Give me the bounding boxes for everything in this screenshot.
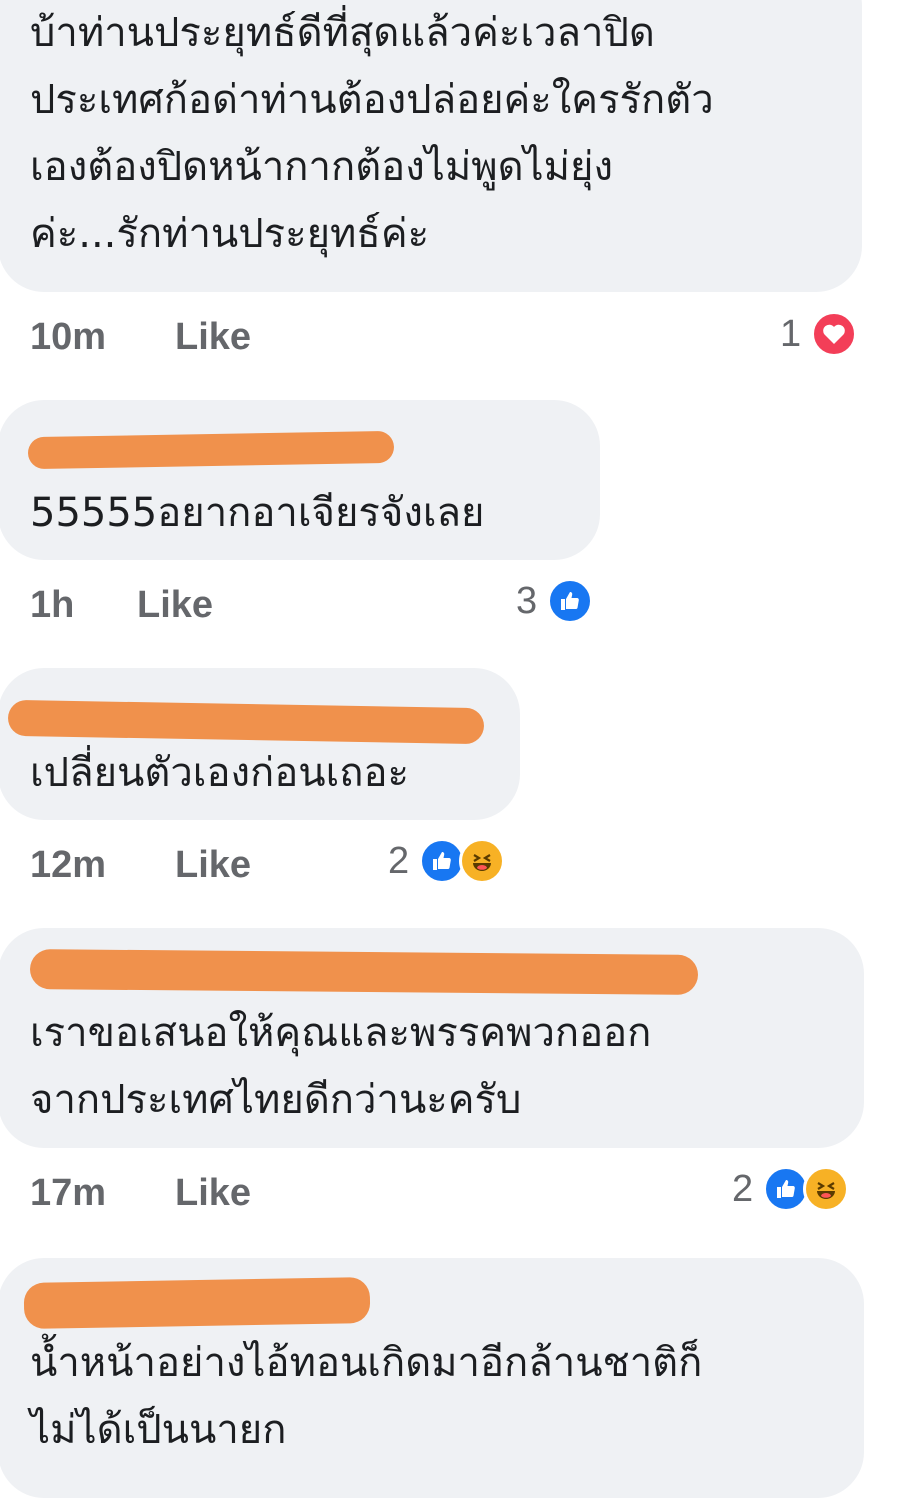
reaction-count: 3 <box>516 579 538 622</box>
comment-time: 17m <box>30 1172 107 1214</box>
haha-icon <box>803 1166 850 1212</box>
comment-text: เราขอเสนอให้คุณและพรรคพวกออก จากประเทศไท… <box>30 1010 652 1123</box>
like-button[interactable]: Like <box>175 1172 251 1215</box>
reaction-summary[interactable]: 2 <box>388 838 506 884</box>
comment-time: 12m <box>30 844 107 886</box>
like-button[interactable]: Like <box>137 584 213 627</box>
haha-icon <box>459 838 506 884</box>
comment-text: 55555อยากอาเจียรจังเลย <box>30 490 485 536</box>
like-icon <box>547 578 594 624</box>
comment-bubble: 55555อยากอาเจียรจังเลย <box>0 400 600 560</box>
reaction-count: 2 <box>388 839 410 882</box>
comment-text: บ้าท่านประยุทธ์ดีที่สุดแล้วค่ะเวลาปิด ปร… <box>30 10 714 257</box>
comment-bubble: เปลี่ยนตัวเองก่อนเถอะ <box>0 668 520 820</box>
comment-time: 10m <box>30 316 107 358</box>
comment-bubble: น้ำหน้าอย่างไอ้ทอนเกิดมาอีกล้านชาติก็ ไม… <box>0 1258 864 1498</box>
comment-text: น้ำหน้าอย่างไอ้ทอนเกิดมาอีกล้านชาติก็ ไม… <box>30 1340 703 1453</box>
redacted-author-name <box>27 430 395 470</box>
love-icon <box>811 311 858 357</box>
redacted-author-name <box>29 949 699 995</box>
comment-text: เปลี่ยนตัวเองก่อนเถอะ <box>30 750 410 796</box>
reaction-count: 2 <box>732 1167 754 1210</box>
reaction-summary[interactable]: 1 <box>780 311 858 357</box>
comment-time: 1h <box>30 584 75 626</box>
redacted-author-name <box>23 1276 371 1330</box>
comment-bubble: บ้าท่านประยุทธ์ดีที่สุดแล้วค่ะเวลาปิด ปร… <box>0 0 862 292</box>
reaction-count: 1 <box>780 312 802 355</box>
reaction-summary[interactable]: 3 <box>516 578 594 624</box>
comment-bubble: เราขอเสนอให้คุณและพรรคพวกออก จากประเทศไท… <box>0 928 864 1148</box>
like-button[interactable]: Like <box>175 316 251 359</box>
reaction-summary[interactable]: 2 <box>732 1166 850 1212</box>
like-button[interactable]: Like <box>175 844 251 887</box>
redacted-author-name <box>7 699 485 745</box>
